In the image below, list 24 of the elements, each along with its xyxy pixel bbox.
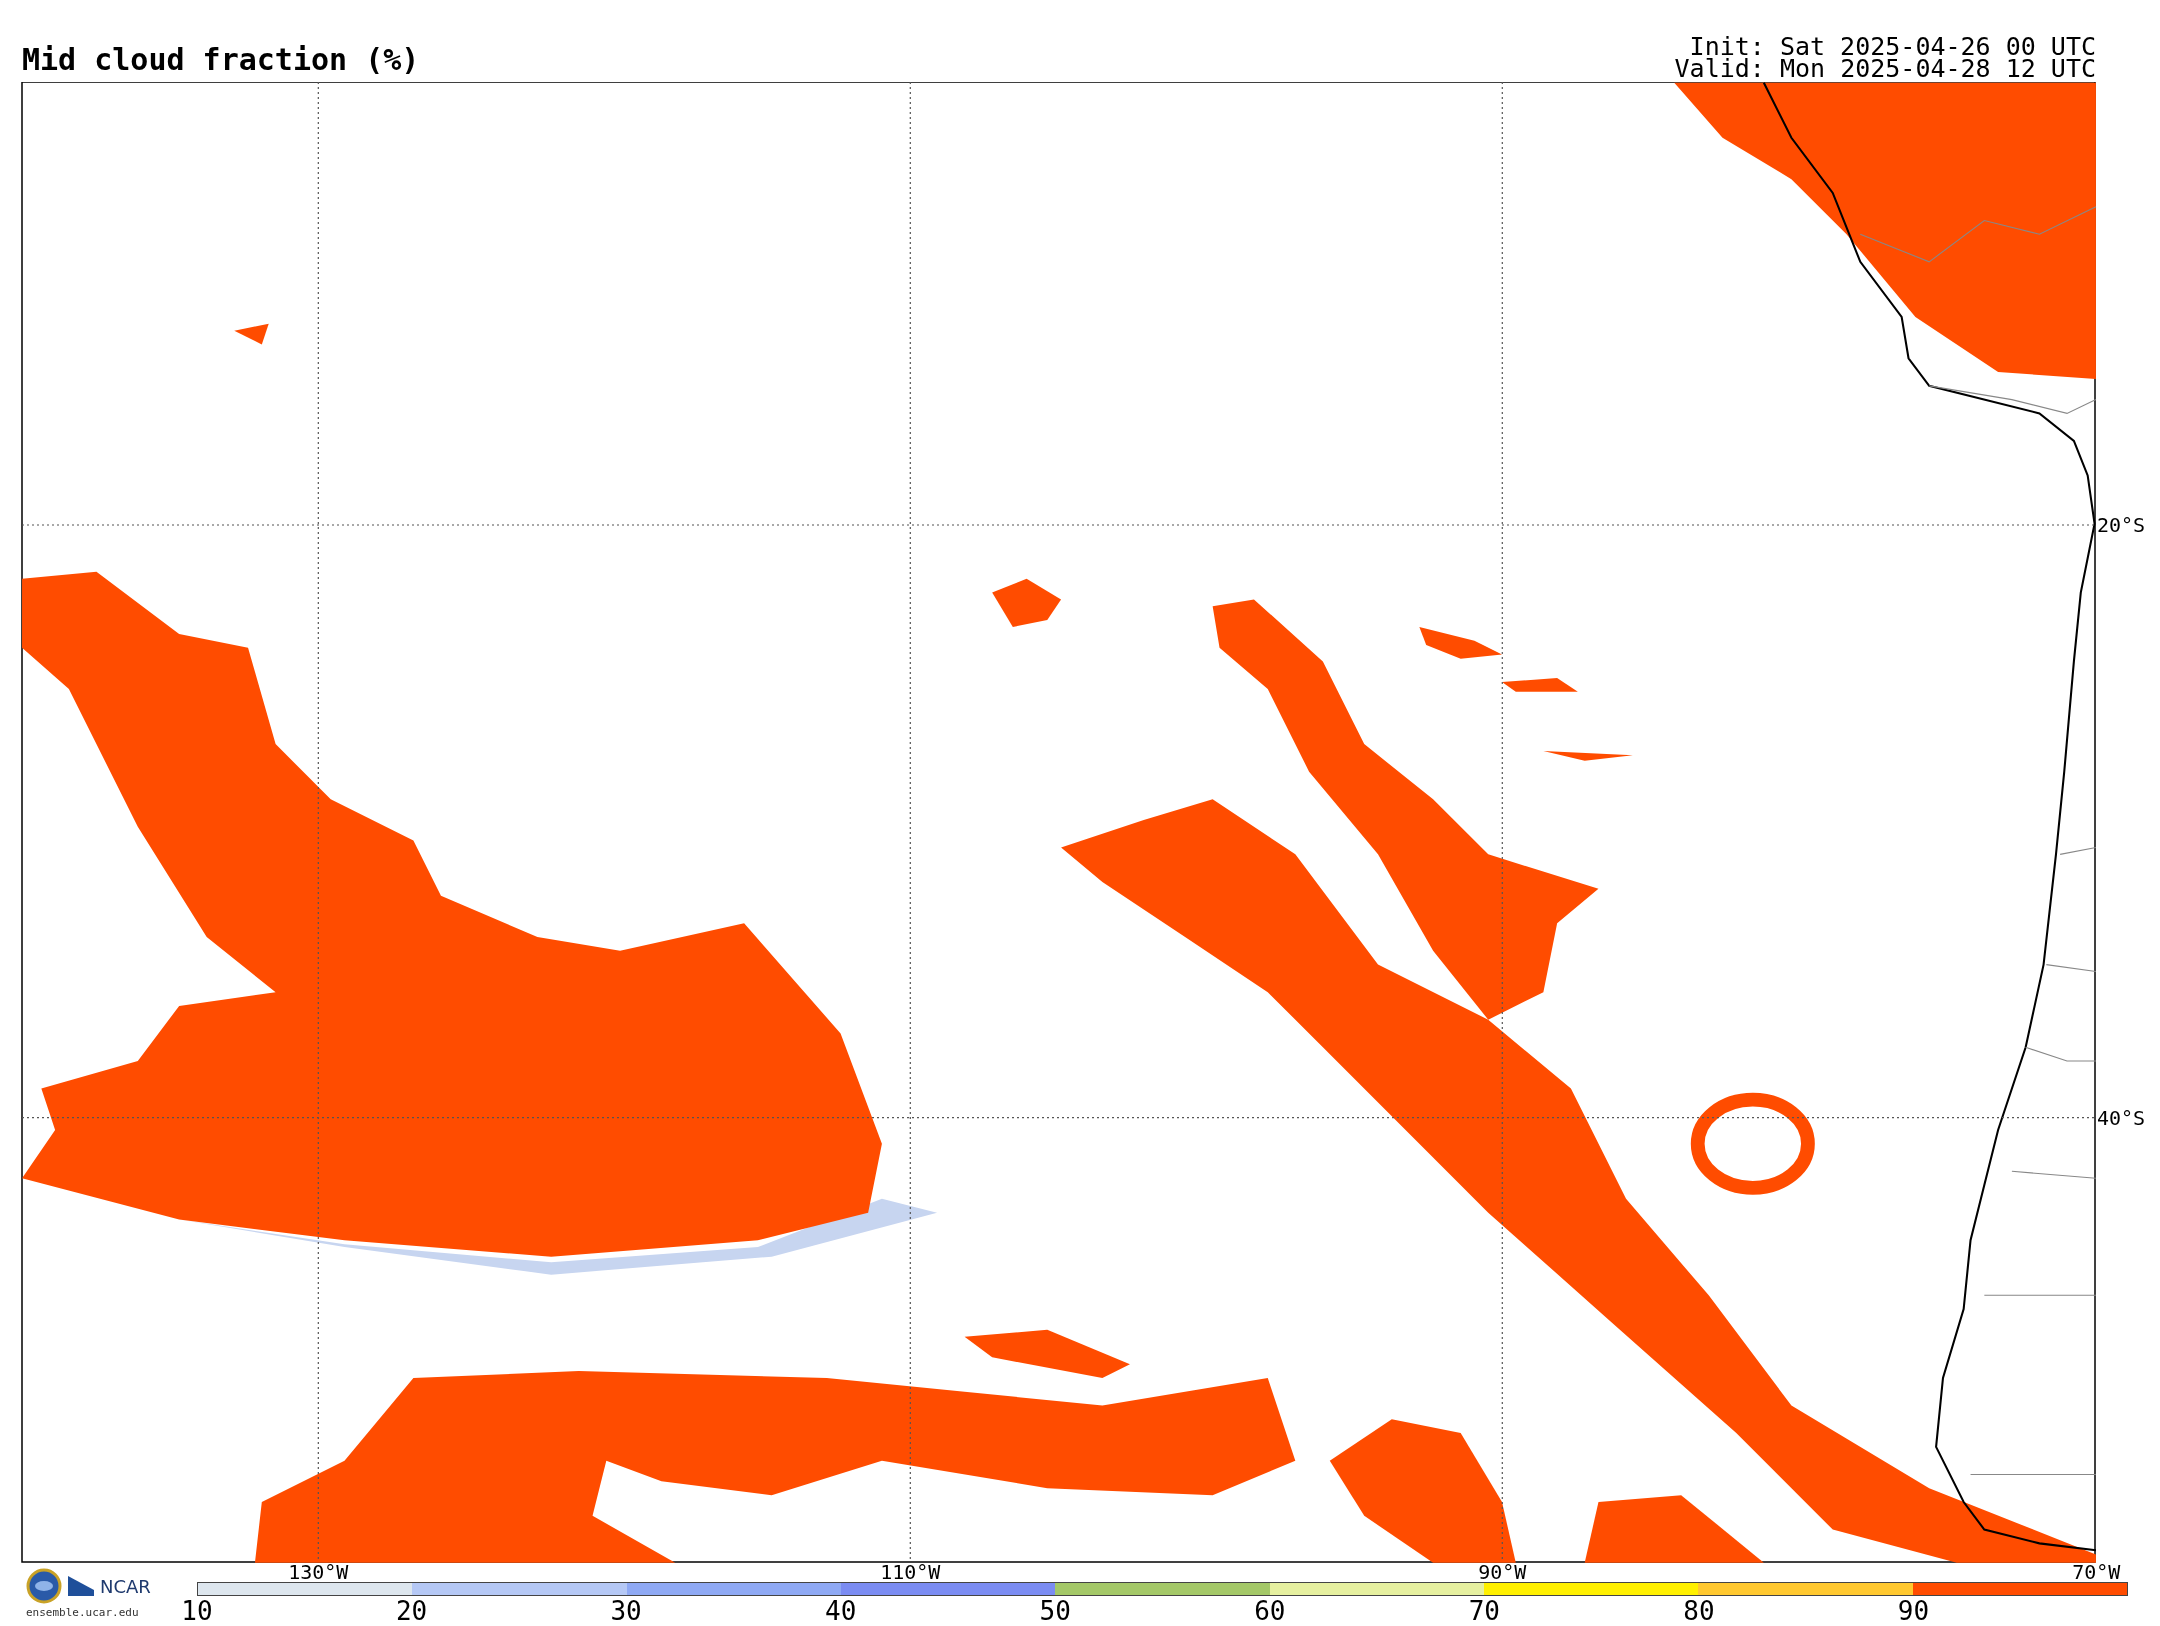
cloud-area [992,578,1062,627]
latitude-label: 40°S [2097,1105,2146,1130]
latitude-label: 20°S [2097,513,2146,537]
cloud-area [234,323,269,345]
colorbar-label: 70 [1468,1596,1501,1626]
longitude-label: 130°W [288,1560,349,1582]
colorbar-label: 90 [1897,1596,1930,1626]
longitude-label: 110°W [880,1560,941,1582]
colorbar-label: 80 [1683,1596,1715,1626]
org-name: NCAR [100,1575,151,1597]
colorbar-label: 30 [610,1596,642,1626]
longitude-label: 70°W [2072,1560,2121,1582]
ncar-logo-icon [68,1576,94,1596]
globe-logo-icon [26,1568,62,1604]
colorbar-label: 10 [181,1596,213,1626]
colorbar-label: 40 [825,1596,857,1626]
colorbar-label: 60 [1254,1596,1286,1626]
website-url: ensemble.ucar.edu [26,1606,139,1619]
init-time: Init: Sat 2025-04-26 00 UTC [1689,36,2096,58]
chart-title: Mid cloud fraction (%) [22,42,420,78]
colorbar-label: 50 [1039,1596,1071,1626]
colorbar-label: 20 [395,1596,428,1626]
longitude-label: 90°W [1478,1560,1527,1582]
valid-time: Valid: Mon 2025-04-28 12 UTC [1674,58,2096,80]
